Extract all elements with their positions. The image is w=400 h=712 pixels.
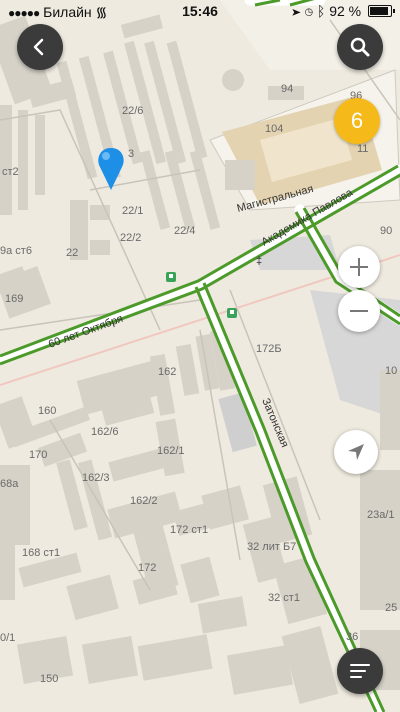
building-label: 10	[385, 365, 397, 377]
minus-icon	[350, 310, 368, 312]
building-label: 150	[40, 673, 58, 685]
gas-station-icon[interactable]	[227, 308, 237, 318]
building-label: 23а/1	[367, 509, 395, 521]
building-label: 172 ст1	[170, 524, 208, 536]
building-label: 162/1	[157, 445, 185, 457]
zoom-in-button[interactable]	[338, 246, 380, 288]
building-label: 22/1	[122, 205, 143, 217]
plus-icon	[350, 258, 368, 276]
back-arrow-icon	[33, 38, 44, 56]
building-label: 22/4	[174, 225, 195, 237]
building-label: 90	[380, 225, 392, 237]
building-label: 172Б	[256, 343, 282, 355]
building-label: 11	[357, 143, 368, 155]
building-label: 22	[66, 247, 78, 259]
search-button[interactable]	[337, 24, 383, 70]
zoom-out-button[interactable]	[338, 290, 380, 332]
search-icon	[350, 37, 370, 57]
building-label: 162/2	[130, 495, 158, 507]
building-label: 168 ст1	[22, 547, 60, 559]
location-arrow-icon: ➤	[292, 3, 301, 19]
battery-icon	[368, 5, 395, 17]
navigation-arrow-icon	[348, 444, 364, 460]
gas-station-icon[interactable]	[166, 272, 176, 282]
bluetooth-icon: ᛒ	[316, 3, 326, 19]
building-label: ст2	[2, 166, 19, 178]
building-label: 22/2	[120, 232, 141, 244]
building-label: 22/6	[122, 105, 143, 117]
building-label: 94	[281, 83, 293, 95]
back-button[interactable]	[17, 24, 63, 70]
traffic-level-value: 6	[350, 108, 364, 133]
traffic-light-icon: ‡	[256, 255, 262, 267]
building-label: 172	[138, 562, 156, 574]
locate-me-button[interactable]	[334, 430, 378, 474]
building-label: 32 лит Б7	[247, 541, 296, 553]
building-label: 162	[158, 366, 176, 378]
traffic-level-badge[interactable]: 6	[334, 98, 380, 144]
building-label: 68а	[0, 478, 19, 490]
status-bar: ●●●●● Билайн ᯾ 15:46 ➤ ◷ ᛒ 92 %	[0, 0, 400, 22]
building-label: 25	[385, 602, 397, 614]
menu-lines-icon	[350, 664, 370, 678]
building-label: 104	[265, 123, 283, 135]
building-label: 36	[346, 631, 358, 643]
menu-button[interactable]	[337, 648, 383, 694]
building-label: 162/6	[91, 426, 119, 438]
svg-text:‡: ‡	[256, 255, 262, 267]
building-label: 32 ст1	[268, 592, 300, 604]
building-label: 0/1	[0, 632, 15, 644]
battery-percent: 92 %	[329, 3, 362, 19]
building-label: 169	[5, 293, 23, 305]
building-label: 162/3	[82, 472, 110, 484]
building-label: 9а ст6	[0, 245, 32, 257]
alarm-icon: ◷	[304, 3, 313, 19]
status-right: ➤ ◷ ᛒ 92 %	[292, 3, 395, 19]
building-label: 170	[29, 449, 47, 461]
building-label: 3	[128, 148, 134, 160]
building-label: 160	[38, 405, 56, 417]
